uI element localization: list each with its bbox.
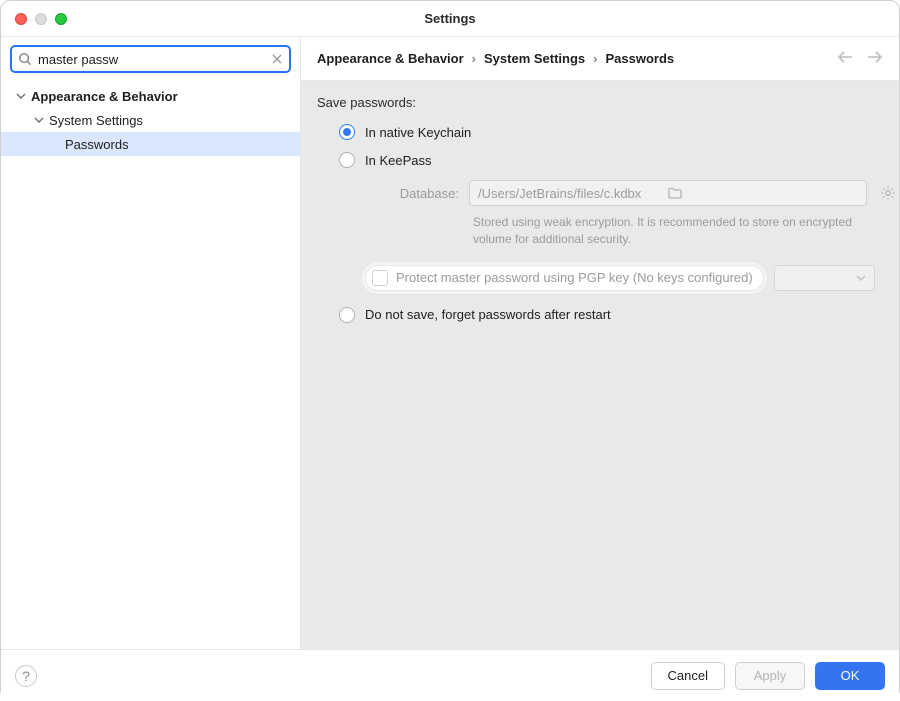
database-path-value: /Users/JetBrains/files/c.kdbx [478, 186, 668, 201]
breadcrumb-l2[interactable]: System Settings [484, 51, 585, 66]
option-native-keychain[interactable]: In native Keychain [317, 118, 899, 146]
option-label: Do not save, forget passwords after rest… [365, 307, 611, 322]
option-label: In KeePass [365, 153, 432, 168]
option-do-not-save[interactable]: Do not save, forget passwords after rest… [317, 297, 899, 329]
database-hint: Stored using weak encryption. It is reco… [369, 212, 899, 259]
database-label: Database: [369, 186, 459, 201]
chevron-down-icon [33, 114, 45, 126]
passwords-panel: Save passwords: In native Keychain In Ke… [301, 81, 899, 649]
cancel-button[interactable]: Cancel [651, 662, 725, 690]
search-icon [18, 52, 32, 66]
back-icon[interactable] [837, 51, 853, 66]
close-window-button[interactable] [15, 13, 27, 25]
checkbox-icon[interactable] [372, 270, 388, 286]
help-button[interactable]: ? [15, 665, 37, 687]
ok-button[interactable]: OK [815, 662, 885, 690]
content-header: Appearance & Behavior › System Settings … [301, 37, 899, 81]
breadcrumb-l3[interactable]: Passwords [606, 51, 675, 66]
tree-label: Passwords [65, 137, 129, 152]
window-controls [1, 13, 67, 25]
pgp-key-select[interactable] [774, 265, 875, 291]
minimize-window-button[interactable] [35, 13, 47, 25]
radio-icon[interactable] [339, 307, 355, 323]
chevron-right-icon: › [591, 51, 599, 66]
tree-item-appearance-behavior[interactable]: Appearance & Behavior [1, 84, 300, 108]
forward-icon[interactable] [867, 51, 883, 66]
window-title: Settings [1, 11, 899, 26]
titlebar: Settings [1, 1, 899, 37]
tree-label: System Settings [49, 113, 143, 128]
breadcrumb-l1[interactable]: Appearance & Behavior [317, 51, 464, 66]
pgp-label: Protect master password using PGP key (N… [396, 270, 753, 285]
chevron-right-icon: › [470, 51, 478, 66]
option-keepass[interactable]: In KeePass [317, 146, 899, 174]
radio-icon[interactable] [339, 152, 355, 168]
chevron-down-icon [15, 90, 27, 102]
dialog-footer: ? Cancel Apply OK [1, 649, 899, 701]
tree-label: Appearance & Behavior [31, 89, 178, 104]
gear-icon[interactable] [877, 182, 899, 204]
pgp-checkbox-row[interactable]: Protect master password using PGP key (N… [365, 265, 764, 291]
settings-sidebar: Appearance & Behavior System Settings Pa… [1, 37, 301, 649]
folder-icon[interactable] [668, 187, 858, 199]
search-input[interactable] [38, 52, 265, 67]
settings-content: Appearance & Behavior › System Settings … [301, 37, 899, 649]
option-label: In native Keychain [365, 125, 471, 140]
search-field[interactable] [10, 45, 291, 73]
zoom-window-button[interactable] [55, 13, 67, 25]
radio-selected-icon[interactable] [339, 124, 355, 140]
database-path-field[interactable]: /Users/JetBrains/files/c.kdbx [469, 180, 867, 206]
clear-search-icon[interactable] [271, 53, 283, 65]
section-title: Save passwords: [317, 95, 899, 118]
tree-item-passwords[interactable]: Passwords [1, 132, 300, 156]
chevron-down-icon [856, 273, 866, 283]
apply-button[interactable]: Apply [735, 662, 805, 690]
settings-tree: Appearance & Behavior System Settings Pa… [1, 82, 300, 156]
tree-item-system-settings[interactable]: System Settings [1, 108, 300, 132]
